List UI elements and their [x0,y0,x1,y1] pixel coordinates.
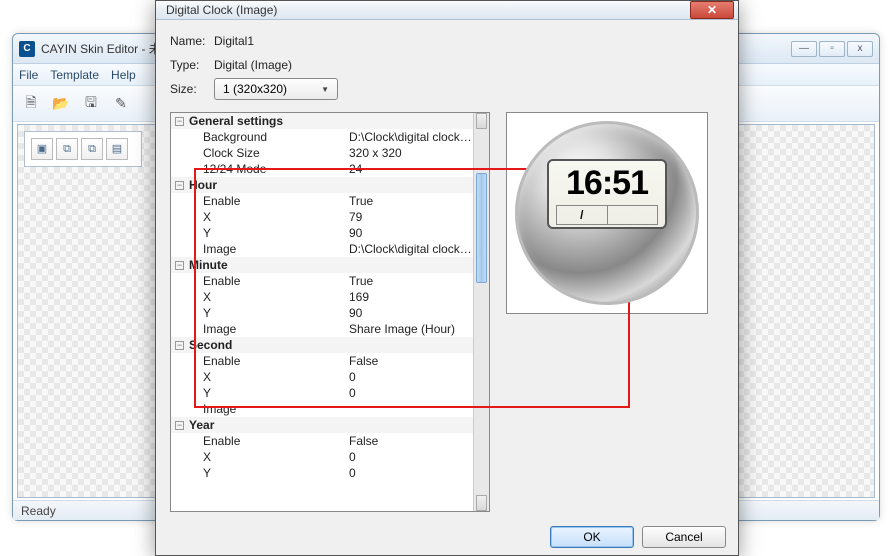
sidebar-tool-4-icon[interactable]: ▤ [106,138,128,160]
name-value: Digital1 [214,34,254,48]
prop-year-y-val[interactable]: 0 [349,466,473,480]
dialog-body: Name: Digital1 Type: Digital (Image) Siz… [156,20,738,518]
name-label: Name: [170,34,214,48]
prop-year-x-val[interactable]: 0 [349,450,473,464]
prop-hour-x-val[interactable]: 79 [349,210,473,224]
parent-maximize-button[interactable]: ▫ [819,41,845,57]
dialog-title: Digital Clock (Image) [166,3,277,17]
sidebar-tool-2-icon[interactable]: ⧉ [56,138,78,160]
prop-min-x-key: X [189,290,349,304]
parent-minimize-button[interactable]: — [791,41,817,57]
prop-year-y-key: Y [189,466,349,480]
parent-close-button[interactable]: x [847,41,873,57]
prop-hour-y-val[interactable]: 90 [349,226,473,240]
clock-date-left: / [557,206,608,224]
size-label: Size: [170,82,214,96]
ok-button[interactable]: OK [550,526,634,548]
group-minute: Minute [189,258,349,272]
prop-hour-image-val[interactable]: D:\Clock\digital clock\M... [349,242,473,256]
digital-clock-dialog: Digital Clock (Image) ✕ Name: Digital1 T… [155,0,739,556]
prop-sec-enable-val[interactable]: False [349,354,473,368]
collapse-icon[interactable]: − [175,421,184,430]
parent-title: CAYIN Skin Editor - 未 [41,40,161,57]
type-value: Digital (Image) [214,58,292,72]
sidebar-tool-3-icon[interactable]: ⧉ [81,138,103,160]
dialog-titlebar[interactable]: Digital Clock (Image) ✕ [156,1,738,20]
menu-file[interactable]: File [19,68,38,82]
prop-background-key: Background [189,130,349,144]
sidebar-tool-1-icon[interactable]: ▣ [31,138,53,160]
group-second: Second [189,338,349,352]
properties-grid[interactable]: −General settings BackgroundD:\Clock\dig… [170,112,490,512]
clock-preview: 16:51 / [515,121,699,305]
prop-min-image-key: Image [189,322,349,336]
parent-sidebar: ▣ ⧉ ⧉ ▤ [24,131,142,167]
group-hour: Hour [189,178,349,192]
properties-panel: −General settings BackgroundD:\Clock\dig… [170,112,490,512]
menu-help[interactable]: Help [111,68,136,82]
prop-min-enable-val[interactable]: True [349,274,473,288]
prop-sec-image-key: Image [189,402,349,416]
clock-face: 16:51 / [547,159,667,229]
prop-sec-x-key: X [189,370,349,384]
edit-icon[interactable]: ✎ [109,92,133,116]
prop-background-val[interactable]: D:\Clock\digital clock\M... [349,130,473,144]
collapse-icon[interactable]: − [175,117,184,126]
close-icon[interactable]: ✕ [690,1,734,19]
group-general: General settings [189,114,349,128]
prop-hour-x-key: X [189,210,349,224]
prop-min-image-val[interactable]: Share Image (Hour) [349,322,473,336]
prop-clocksize-key: Clock Size [189,146,349,160]
prop-min-y-key: Y [189,306,349,320]
prop-min-y-val[interactable]: 90 [349,306,473,320]
prop-sec-enable-key: Enable [189,354,349,368]
prop-clocksize-val[interactable]: 320 x 320 [349,146,473,160]
prop-sec-y-key: Y [189,386,349,400]
new-icon[interactable]: 🗎 [19,92,43,116]
prop-min-x-val[interactable]: 169 [349,290,473,304]
prop-hour-enable-val[interactable]: True [349,194,473,208]
clock-time-display: 16:51 [566,161,648,205]
save-icon[interactable]: 🖫 [79,92,103,116]
prop-sec-y-val[interactable]: 0 [349,386,473,400]
open-icon[interactable]: 📂 [49,92,73,116]
prop-mode-key: 12/24 Mode [189,162,349,176]
clock-date-right [608,206,658,224]
status-text: Ready [21,504,56,518]
preview-panel: 16:51 / [506,112,708,314]
prop-year-enable-key: Enable [189,434,349,448]
prop-mode-val[interactable]: 24 [349,162,473,176]
dialog-button-bar: OK Cancel [156,518,738,556]
collapse-icon[interactable]: − [175,181,184,190]
prop-hour-enable-key: Enable [189,194,349,208]
prop-hour-y-key: Y [189,226,349,240]
properties-scrollbar[interactable] [473,113,489,511]
prop-year-x-key: X [189,450,349,464]
group-year: Year [189,418,349,432]
prop-sec-x-val[interactable]: 0 [349,370,473,384]
prop-year-enable-val[interactable]: False [349,434,473,448]
menu-template[interactable]: Template [50,68,99,82]
collapse-icon[interactable]: − [175,341,184,350]
app-icon: C [19,41,35,57]
prop-min-enable-key: Enable [189,274,349,288]
type-label: Type: [170,58,214,72]
size-select[interactable]: 1 (320x320) [214,78,338,100]
clock-date-row: / [556,205,658,225]
collapse-icon[interactable]: − [175,261,184,270]
prop-hour-image-key: Image [189,242,349,256]
scrollbar-thumb[interactable] [476,173,487,283]
cancel-button[interactable]: Cancel [642,526,726,548]
size-select-value: 1 (320x320) [223,82,287,96]
